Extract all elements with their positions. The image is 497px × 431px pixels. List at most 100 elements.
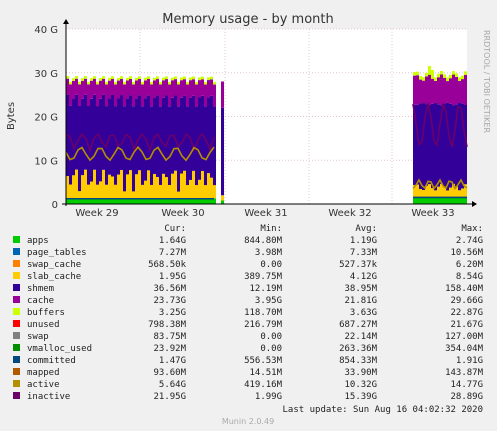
area-slab_cache — [147, 170, 150, 199]
area-slab_cache — [416, 184, 419, 197]
area-cache — [99, 80, 102, 99]
x-tick-label: Week 30 — [161, 208, 204, 219]
area-buffers — [428, 65, 431, 75]
area-buffers — [117, 77, 120, 81]
area-slab_cache — [183, 170, 186, 199]
legend-max: 21.67G — [450, 320, 483, 330]
legend-name: cache — [27, 296, 54, 306]
x-tick-label: Week 29 — [75, 208, 118, 219]
area-buffers — [425, 72, 428, 77]
area-buffers — [87, 81, 90, 85]
y-tick-label: 0 — [52, 200, 58, 211]
area-buffers — [189, 77, 192, 81]
area-shmem — [165, 95, 168, 178]
area-slab_cache — [132, 191, 135, 199]
legend-swatch — [13, 332, 20, 339]
legend-avg: 3.63G — [350, 308, 377, 318]
area-buffers — [192, 76, 195, 80]
area-buffers — [168, 81, 171, 85]
area-buffers — [132, 81, 135, 85]
area-slab_cache — [159, 184, 162, 199]
area-buffers — [81, 78, 84, 81]
legend-cur: 23.73G — [153, 296, 186, 306]
area-cache — [75, 78, 78, 95]
area-shmem — [221, 107, 224, 196]
area-slab_cache — [141, 184, 144, 199]
area-cache — [117, 80, 120, 99]
legend-cur: 23.92M — [153, 344, 186, 354]
area-buffers — [75, 76, 78, 79]
area-shmem — [117, 98, 120, 175]
area-buffers — [434, 77, 437, 81]
legend-cur: 21.95G — [153, 392, 186, 402]
area-shmem — [84, 94, 87, 170]
area-cache — [87, 84, 90, 107]
legend-min: 118.70M — [244, 308, 283, 318]
area-cache — [221, 81, 224, 108]
legend-name: page_tables — [27, 248, 87, 258]
legend-cur: 93.60M — [153, 368, 186, 378]
last-update: Last update: Sun Aug 16 04:02:32 2020 — [283, 405, 483, 415]
legend-min: 3.95G — [255, 296, 282, 306]
legend-max: 10.56M — [450, 248, 483, 258]
area-cache — [437, 77, 440, 105]
y-axis-arrow — [63, 19, 69, 24]
area-cache — [204, 84, 207, 107]
area-slab_cache — [210, 177, 213, 199]
legend-name: apps — [27, 236, 49, 246]
area-slab_cache — [221, 195, 224, 201]
legend-avg: 33.90M — [344, 368, 377, 378]
area-slab_cache — [93, 169, 96, 199]
area-slab_cache — [204, 185, 207, 199]
legend-avg: 7.33M — [350, 248, 378, 258]
y-tick-label: 40 G — [34, 25, 58, 36]
area-cache — [192, 79, 195, 96]
area-buffers — [126, 77, 129, 81]
area-shmem — [141, 106, 144, 185]
area-buffers — [69, 81, 72, 85]
legend-min: 3.98M — [255, 248, 283, 258]
legend-swatch — [13, 380, 20, 387]
area-slab_cache — [156, 176, 159, 199]
area-cache — [153, 80, 156, 99]
area-cache — [93, 78, 96, 95]
legend-max: 127.00M — [445, 332, 484, 342]
area-buffers — [455, 73, 458, 77]
area-slab_cache — [419, 188, 422, 197]
area-cache — [162, 80, 165, 98]
legend-swatch — [13, 248, 20, 255]
area-slab_cache — [78, 191, 81, 199]
area-cache — [168, 84, 171, 107]
area-cache — [201, 79, 204, 96]
legend-name: swap — [27, 332, 49, 342]
legend-min: 844.80M — [244, 236, 283, 246]
legend-swatch — [13, 344, 20, 351]
legend-avg: 687.27M — [339, 320, 378, 330]
area-buffers — [198, 77, 201, 81]
area-buffers — [464, 71, 467, 75]
area-buffers — [446, 77, 449, 82]
legend-cur: 1.47G — [159, 356, 186, 366]
area-buffers — [452, 71, 455, 75]
area-buffers — [443, 74, 446, 78]
area-slab_cache — [431, 188, 434, 197]
y-tick-labels: 0 10 G 20 G 30 G 40 G — [34, 25, 58, 211]
area-buffers — [437, 73, 440, 78]
area-shmem — [120, 95, 123, 171]
chart-title: Memory usage - by month — [162, 12, 333, 27]
area-slab_cache — [437, 186, 440, 197]
area-buffers — [105, 81, 108, 85]
area-shmem — [135, 98, 138, 175]
area-slab_cache — [177, 191, 180, 199]
area-slab_cache — [207, 173, 210, 199]
area-shmem — [207, 97, 210, 174]
legend-avg: 21.81G — [344, 296, 377, 306]
area-slab_cache — [180, 173, 183, 199]
area-cache — [69, 84, 72, 106]
area-cache — [431, 78, 434, 104]
area-cache — [413, 75, 416, 105]
area-buffers — [186, 81, 189, 85]
legend-avg: 1.19G — [350, 236, 377, 246]
area-cache — [150, 84, 153, 107]
area-shmem — [434, 102, 437, 191]
